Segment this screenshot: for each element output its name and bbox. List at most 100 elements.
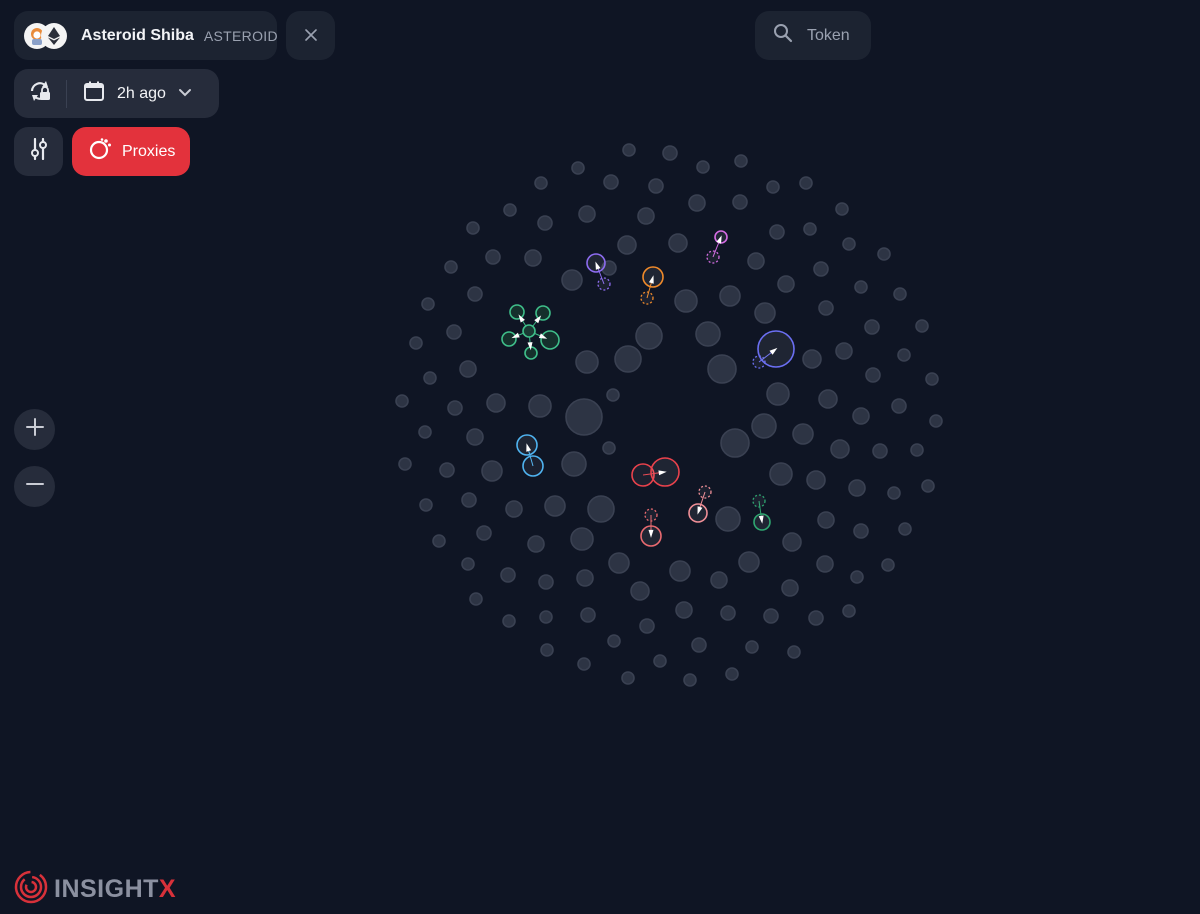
- holder-bubble[interactable]: [781, 579, 799, 597]
- holder-bubble[interactable]: [528, 394, 552, 418]
- holder-bubble[interactable]: [792, 423, 814, 445]
- holder-bubble[interactable]: [419, 498, 433, 512]
- holder-bubble[interactable]: [696, 160, 710, 174]
- holder-bubble[interactable]: [621, 671, 635, 685]
- holder-bubble[interactable]: [446, 324, 462, 340]
- holder-bubble[interactable]: [461, 492, 477, 508]
- holder-bubble[interactable]: [808, 610, 824, 626]
- holder-bubble[interactable]: [527, 535, 545, 553]
- holder-bubble[interactable]: [887, 486, 901, 500]
- holder-bubble[interactable]: [502, 614, 516, 628]
- green-star-cluster-hub[interactable]: [522, 324, 536, 338]
- holder-bubble[interactable]: [707, 354, 737, 384]
- holder-bubble[interactable]: [817, 511, 835, 529]
- holder-bubble[interactable]: [769, 462, 793, 486]
- holder-bubble[interactable]: [787, 645, 801, 659]
- holder-bubble[interactable]: [577, 657, 591, 671]
- orange-cluster-bubble[interactable]: [640, 291, 654, 305]
- holder-bubble[interactable]: [929, 414, 943, 428]
- holder-bubble[interactable]: [897, 348, 911, 362]
- holder-bubble[interactable]: [813, 261, 829, 277]
- holder-bubble[interactable]: [635, 322, 663, 350]
- holder-bubble[interactable]: [524, 249, 542, 267]
- red-single-cluster-bubble[interactable]: [644, 508, 658, 522]
- holder-bubble[interactable]: [835, 202, 849, 216]
- holder-bubble[interactable]: [630, 581, 650, 601]
- holder-bubble[interactable]: [925, 372, 939, 386]
- holder-bubble[interactable]: [537, 215, 553, 231]
- holder-bubble[interactable]: [466, 221, 480, 235]
- holder-bubble[interactable]: [766, 382, 790, 406]
- holder-bubble[interactable]: [710, 571, 728, 589]
- holder-bubble[interactable]: [769, 224, 785, 240]
- holder-bubble[interactable]: [725, 667, 739, 681]
- holder-bubble[interactable]: [500, 567, 516, 583]
- holder-bubble[interactable]: [485, 249, 501, 265]
- purple-cluster-bubble[interactable]: [597, 277, 611, 291]
- holder-bubble[interactable]: [662, 145, 678, 161]
- token-chip[interactable]: Asteroid Shiba ASTEROID: [14, 11, 278, 60]
- holder-bubble[interactable]: [486, 393, 506, 413]
- holder-bubble[interactable]: [835, 342, 853, 360]
- holder-bubble[interactable]: [639, 618, 655, 634]
- green-star-cluster-bubble[interactable]: [501, 331, 517, 347]
- holder-bubble[interactable]: [466, 428, 484, 446]
- holder-bubble[interactable]: [747, 252, 765, 270]
- time-select[interactable]: 2h ago: [67, 69, 192, 118]
- holder-bubble[interactable]: [816, 555, 834, 573]
- holder-bubble[interactable]: [544, 495, 566, 517]
- holder-bubble[interactable]: [576, 569, 594, 587]
- holder-bubble[interactable]: [842, 604, 856, 618]
- zoom-out-button[interactable]: [14, 466, 55, 507]
- holder-bubble[interactable]: [898, 522, 912, 536]
- holder-bubble[interactable]: [602, 441, 616, 455]
- holder-bubble[interactable]: [921, 479, 935, 493]
- holder-bubble[interactable]: [683, 673, 697, 687]
- close-button[interactable]: [286, 11, 335, 60]
- refresh-lock-button[interactable]: [14, 69, 66, 118]
- holder-bubble[interactable]: [561, 451, 587, 477]
- holder-bubble[interactable]: [802, 349, 822, 369]
- holder-bubble[interactable]: [653, 654, 667, 668]
- holder-bubble[interactable]: [732, 194, 748, 210]
- holder-bubble[interactable]: [534, 176, 548, 190]
- holder-bubble[interactable]: [481, 460, 503, 482]
- holder-bubble[interactable]: [782, 532, 802, 552]
- holder-bubble[interactable]: [720, 428, 750, 458]
- holder-bubble[interactable]: [852, 407, 870, 425]
- holder-bubble[interactable]: [469, 592, 483, 606]
- holder-bubble[interactable]: [418, 425, 432, 439]
- holder-bubble[interactable]: [459, 360, 477, 378]
- holder-bubble[interactable]: [398, 457, 412, 471]
- holder-bubble[interactable]: [818, 389, 838, 409]
- holder-bubble[interactable]: [881, 558, 895, 572]
- holder-bubble[interactable]: [720, 605, 736, 621]
- holder-bubble[interactable]: [745, 640, 759, 654]
- holder-bubble[interactable]: [423, 371, 437, 385]
- pink-cluster-bubble[interactable]: [698, 485, 712, 499]
- holder-bubble[interactable]: [395, 394, 409, 408]
- holder-bubble[interactable]: [561, 269, 583, 291]
- holder-bubble[interactable]: [854, 280, 868, 294]
- holder-bubble[interactable]: [754, 302, 776, 324]
- search-token-field[interactable]: Token: [755, 11, 871, 60]
- holder-bubble[interactable]: [409, 336, 423, 350]
- sky-cluster-bubble[interactable]: [522, 455, 544, 477]
- holder-bubble[interactable]: [539, 610, 553, 624]
- holder-bubble[interactable]: [622, 143, 636, 157]
- holder-bubble[interactable]: [617, 235, 637, 255]
- holder-bubble[interactable]: [848, 479, 866, 497]
- green-star-cluster-bubble[interactable]: [540, 330, 560, 350]
- holder-bubble[interactable]: [818, 300, 834, 316]
- holder-bubble[interactable]: [803, 222, 817, 236]
- holder-bubble[interactable]: [763, 608, 779, 624]
- holder-bubble[interactable]: [872, 443, 888, 459]
- holder-bubble[interactable]: [476, 525, 492, 541]
- holder-bubble[interactable]: [777, 275, 795, 293]
- proxies-toggle-button[interactable]: Proxies: [72, 127, 190, 176]
- holder-bubble[interactable]: [570, 527, 594, 551]
- holder-bubble[interactable]: [893, 287, 907, 301]
- holder-bubble[interactable]: [915, 319, 929, 333]
- holder-bubble[interactable]: [540, 643, 554, 657]
- holder-bubble[interactable]: [538, 574, 554, 590]
